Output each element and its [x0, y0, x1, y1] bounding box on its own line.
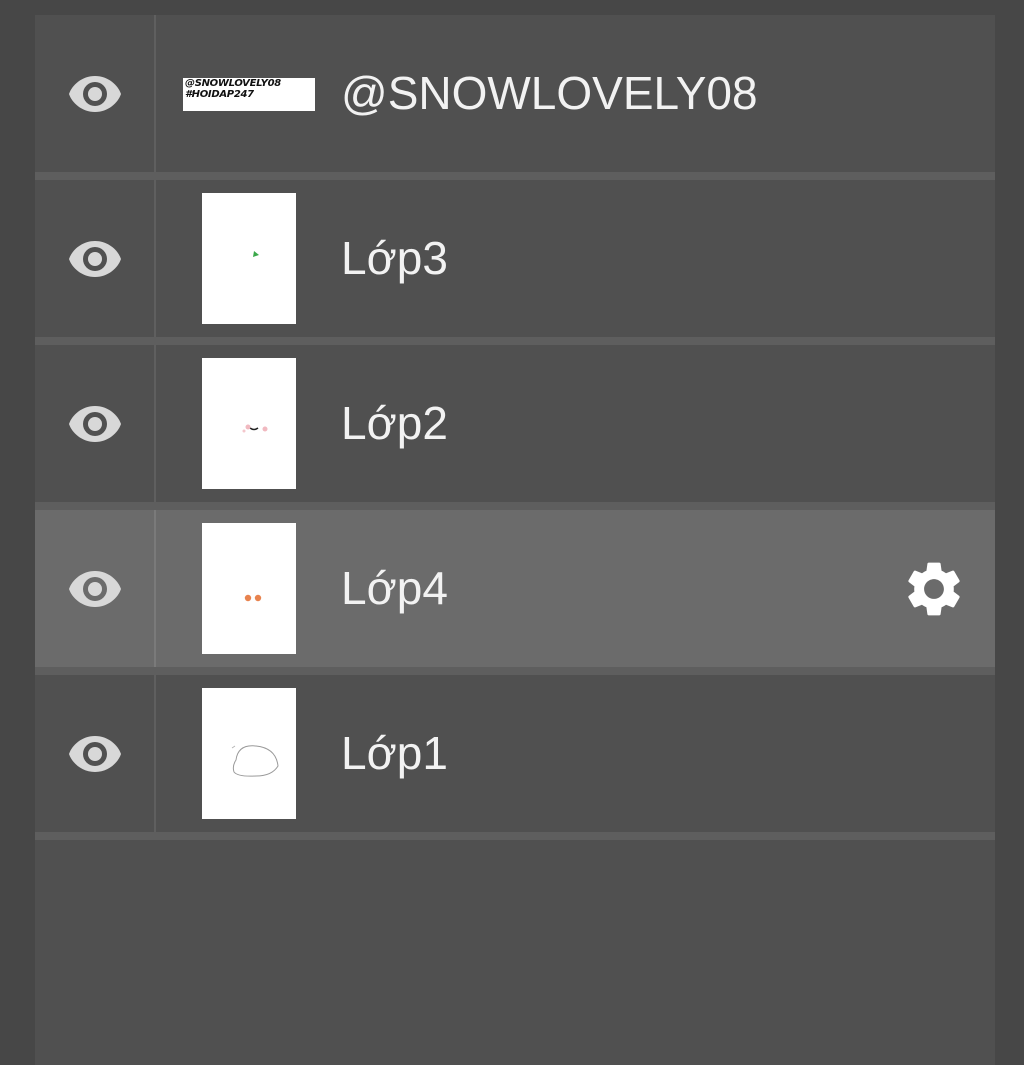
column-separator — [154, 510, 156, 667]
layers-panel: @SNOWLOVELY08 #HOIDAP247 @SNOWLOVELY08 L… — [35, 15, 995, 1065]
column-separator — [154, 15, 156, 172]
row-divider — [35, 502, 995, 510]
layer-row-lop2[interactable]: Lớp2 — [35, 345, 995, 502]
column-separator — [154, 675, 156, 832]
layer-name: Lớp1 — [341, 727, 448, 779]
eye-icon — [68, 75, 121, 112]
thumbnail-text-line: #HOIDAP247 — [185, 89, 254, 100]
eye-icon — [68, 570, 121, 607]
layer-visibility-toggle[interactable] — [35, 180, 154, 337]
column-separator — [154, 345, 156, 502]
layer-thumbnail — [202, 688, 296, 819]
layer-name: Lớp2 — [341, 397, 448, 449]
layer-visibility-toggle[interactable] — [35, 675, 154, 832]
thumbnail-text-line: @SNOWLOVELY08 — [185, 78, 281, 89]
layer-row-lop1[interactable]: Lớp1 — [35, 675, 995, 832]
row-divider — [35, 172, 995, 180]
row-divider — [35, 337, 995, 345]
layers-empty-area — [35, 842, 995, 1065]
layer-settings-button[interactable] — [897, 552, 971, 626]
layer-thumbnail — [202, 523, 296, 654]
eye-icon — [68, 405, 121, 442]
layer-row-lop4[interactable]: Lớp4 — [35, 510, 995, 667]
layer-thumbnail — [202, 193, 296, 324]
layer-name: Lớp4 — [341, 562, 448, 614]
layer-thumbnail — [202, 358, 296, 489]
layer-row-lop3[interactable]: Lớp3 — [35, 180, 995, 337]
eye-icon — [68, 240, 121, 277]
eye-icon — [68, 735, 121, 772]
layer-visibility-toggle[interactable] — [35, 345, 154, 502]
column-separator — [154, 180, 156, 337]
layer-name: Lớp3 — [341, 232, 448, 284]
layer-visibility-toggle[interactable] — [35, 15, 154, 172]
layer-thumbnail: @SNOWLOVELY08 #HOIDAP247 — [183, 78, 315, 111]
layer-visibility-toggle[interactable] — [35, 510, 154, 667]
row-divider — [35, 832, 995, 840]
layer-name: @SNOWLOVELY08 — [341, 67, 758, 119]
row-divider — [35, 667, 995, 675]
gear-icon — [908, 562, 960, 616]
layer-row-snowlovely08[interactable]: @SNOWLOVELY08 #HOIDAP247 @SNOWLOVELY08 — [35, 15, 995, 172]
